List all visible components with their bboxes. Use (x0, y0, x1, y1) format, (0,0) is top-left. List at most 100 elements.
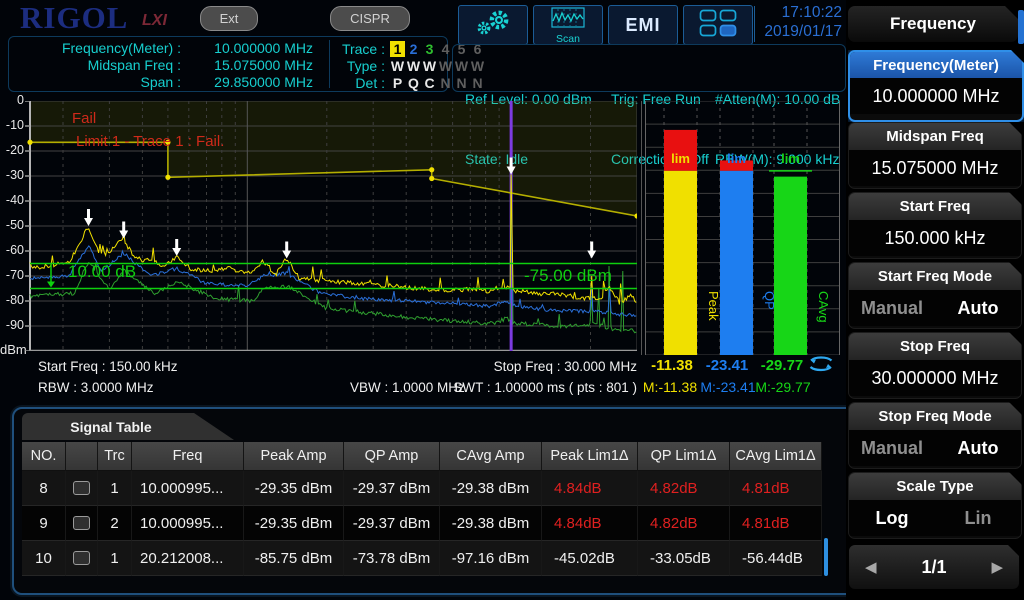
y-tick-label: -40 (0, 193, 24, 207)
row-checkbox-cell[interactable] (66, 471, 98, 506)
option-lin[interactable]: Lin (935, 508, 1021, 529)
table-cell: -45.02dB (542, 541, 638, 576)
peak-marker-icon (172, 239, 181, 256)
table-cell: 4.84dB (542, 506, 638, 541)
analyzer-screen: RIGOL LXI Ext CISPR Scan EMI (0, 0, 1024, 600)
option-manual[interactable]: Manual (849, 298, 935, 319)
table-cell: 2 (98, 506, 132, 541)
gear-icon (472, 7, 514, 44)
rbw-info-text: RBW : 3.0000 MHz (38, 380, 154, 395)
trace-type-1: W (390, 58, 405, 74)
softkey-start-freq-mode[interactable]: Start Freq ModeManualAuto (848, 262, 1022, 329)
softkey-stop-freq-mode[interactable]: Stop Freq ModeManualAuto (848, 402, 1022, 469)
bar-value: -29.77 (750, 357, 814, 374)
table-cell: 8 (22, 471, 66, 506)
trace-label: Trace : (335, 41, 385, 57)
option-log[interactable]: Log (849, 508, 935, 529)
window-grid-icon (699, 9, 737, 42)
y-tick-label: -20 (0, 143, 24, 157)
table-cell: 4.81dB (730, 506, 822, 541)
column-header: QP Amp (344, 442, 440, 471)
y-tick-label: -80 (0, 293, 24, 307)
svg-text:Peak: Peak (706, 291, 721, 321)
page-nav-button[interactable]: ◀ 1/1 ▶ (848, 544, 1020, 590)
system-setup-button[interactable] (458, 5, 528, 45)
y-axis-unit: dBm (0, 342, 24, 357)
table-cell: -29.35 dBm (244, 506, 344, 541)
table-cell: 10.000995... (132, 506, 244, 541)
ext-button[interactable]: Ext (200, 6, 258, 31)
table-cell: 10 (22, 541, 66, 576)
meter-bar-chart: limPeaklimQPlimCAvg (645, 101, 840, 355)
meter-value: 15.075000 MHz (181, 57, 313, 73)
softkey-value: 30.000000 MHz (849, 360, 1021, 396)
table-cell: 1 (98, 471, 132, 506)
row-checkbox[interactable] (73, 481, 90, 495)
table-cell: -85.75 dBm (244, 541, 344, 576)
row-checkbox[interactable] (73, 551, 90, 565)
table-cell: 10.000995... (132, 471, 244, 506)
option-auto[interactable]: Auto (935, 298, 1021, 319)
table-cell: 4.82dB (638, 471, 730, 506)
repeat-sweep-icon[interactable] (806, 354, 836, 379)
scan-button-label: Scan (556, 34, 580, 44)
table-cell: 20.212008... (132, 541, 244, 576)
menu-accent-bar (1018, 10, 1024, 44)
option-auto[interactable]: Auto (935, 438, 1021, 459)
column-header (66, 442, 98, 471)
softkey-sidebar: Frequency Frequency(Meter)10.000000 MHzM… (846, 0, 1024, 600)
meter-row: Span : 29.850000 MHz (9, 74, 313, 90)
trace-det-1: P (390, 75, 405, 91)
meter-value: 10.000000 MHz (181, 40, 313, 56)
column-header: Peak Lim1Δ (542, 442, 638, 471)
page-prev-icon[interactable]: ◀ (865, 558, 877, 576)
table-row[interactable]: 8110.000995...-29.35 dBm-29.37 dBm-29.38… (22, 471, 822, 506)
softkey-frequency-meter-[interactable]: Frequency(Meter)10.000000 MHz (848, 50, 1024, 122)
softkey-midspan-freq[interactable]: Midspan Freq15.075000 MHz (848, 122, 1022, 189)
y-tick-label: 0 (0, 93, 24, 107)
table-cell: 4.81dB (730, 471, 822, 506)
emi-mode-button[interactable]: EMI (608, 5, 678, 45)
column-header: QP Lim1Δ (638, 442, 730, 471)
meter-label: Span : (9, 74, 181, 90)
menu-title: Frequency (848, 6, 1018, 42)
time-text: 17:10:22 (756, 3, 842, 22)
softkey-label: Scale Type (849, 473, 1021, 500)
meter-value: 29.850000 MHz (181, 74, 313, 90)
option-manual[interactable]: Manual (849, 438, 935, 459)
column-header: Freq (132, 442, 244, 471)
stop-freq-text: Stop Freq : 30.000 MHz (440, 359, 637, 374)
swt-info-text: SWT : 1.00000 ms ( pts : 801 ) (415, 380, 637, 395)
row-checkbox-cell[interactable] (66, 541, 98, 576)
table-scrollbar[interactable] (824, 538, 828, 576)
softkey-options: ManualAuto (849, 290, 1021, 326)
limit-fail-text: Limit 1 - Trace 1 : Fail. (76, 133, 224, 150)
softkey-scale-type[interactable]: Scale TypeLogLin (848, 472, 1022, 539)
row-checkbox[interactable] (73, 516, 90, 530)
status-panel: Ref Level: 0.00 dBm State: Idle Trig: Fr… (452, 44, 846, 92)
table-header-row: NO.TrcFreqPeak AmpQP AmpCAvg AmpPeak Lim… (22, 442, 822, 471)
signal-table-tab[interactable]: Signal Table (22, 413, 234, 440)
table-cell: -73.78 dBm (344, 541, 440, 576)
trace-number-2: 2 (406, 41, 421, 57)
page-indicator: 1/1 (921, 557, 946, 578)
table-cell: -29.37 dBm (344, 506, 440, 541)
softkey-start-freq[interactable]: Start Freq150.000 kHz (848, 192, 1022, 259)
scan-button[interactable]: Scan (533, 5, 603, 45)
row-checkbox-cell[interactable] (66, 506, 98, 541)
softkey-value: 150.000 kHz (849, 220, 1021, 256)
type-label: Type : (335, 58, 385, 74)
softkey-options: LogLin (849, 500, 1021, 536)
det-label: Det : (335, 75, 385, 91)
layout-button[interactable] (683, 5, 753, 45)
rigol-logo: RIGOL (20, 0, 128, 36)
page-next-icon[interactable]: ▶ (991, 558, 1003, 576)
table-row[interactable]: 9210.000995...-29.35 dBm-29.37 dBm-29.38… (22, 506, 822, 541)
table-row[interactable]: 10120.212008...-85.75 dBm-73.78 dBm-97.1… (22, 541, 822, 576)
table-cell: -56.44dB (730, 541, 822, 576)
table-cell: 9 (22, 506, 66, 541)
softkey-stop-freq[interactable]: Stop Freq30.000000 MHz (848, 332, 1022, 399)
scan-waveform-icon (550, 7, 586, 34)
signal-table: NO.TrcFreqPeak AmpQP AmpCAvg AmpPeak Lim… (22, 442, 822, 576)
cispr-button[interactable]: CISPR (330, 6, 410, 31)
